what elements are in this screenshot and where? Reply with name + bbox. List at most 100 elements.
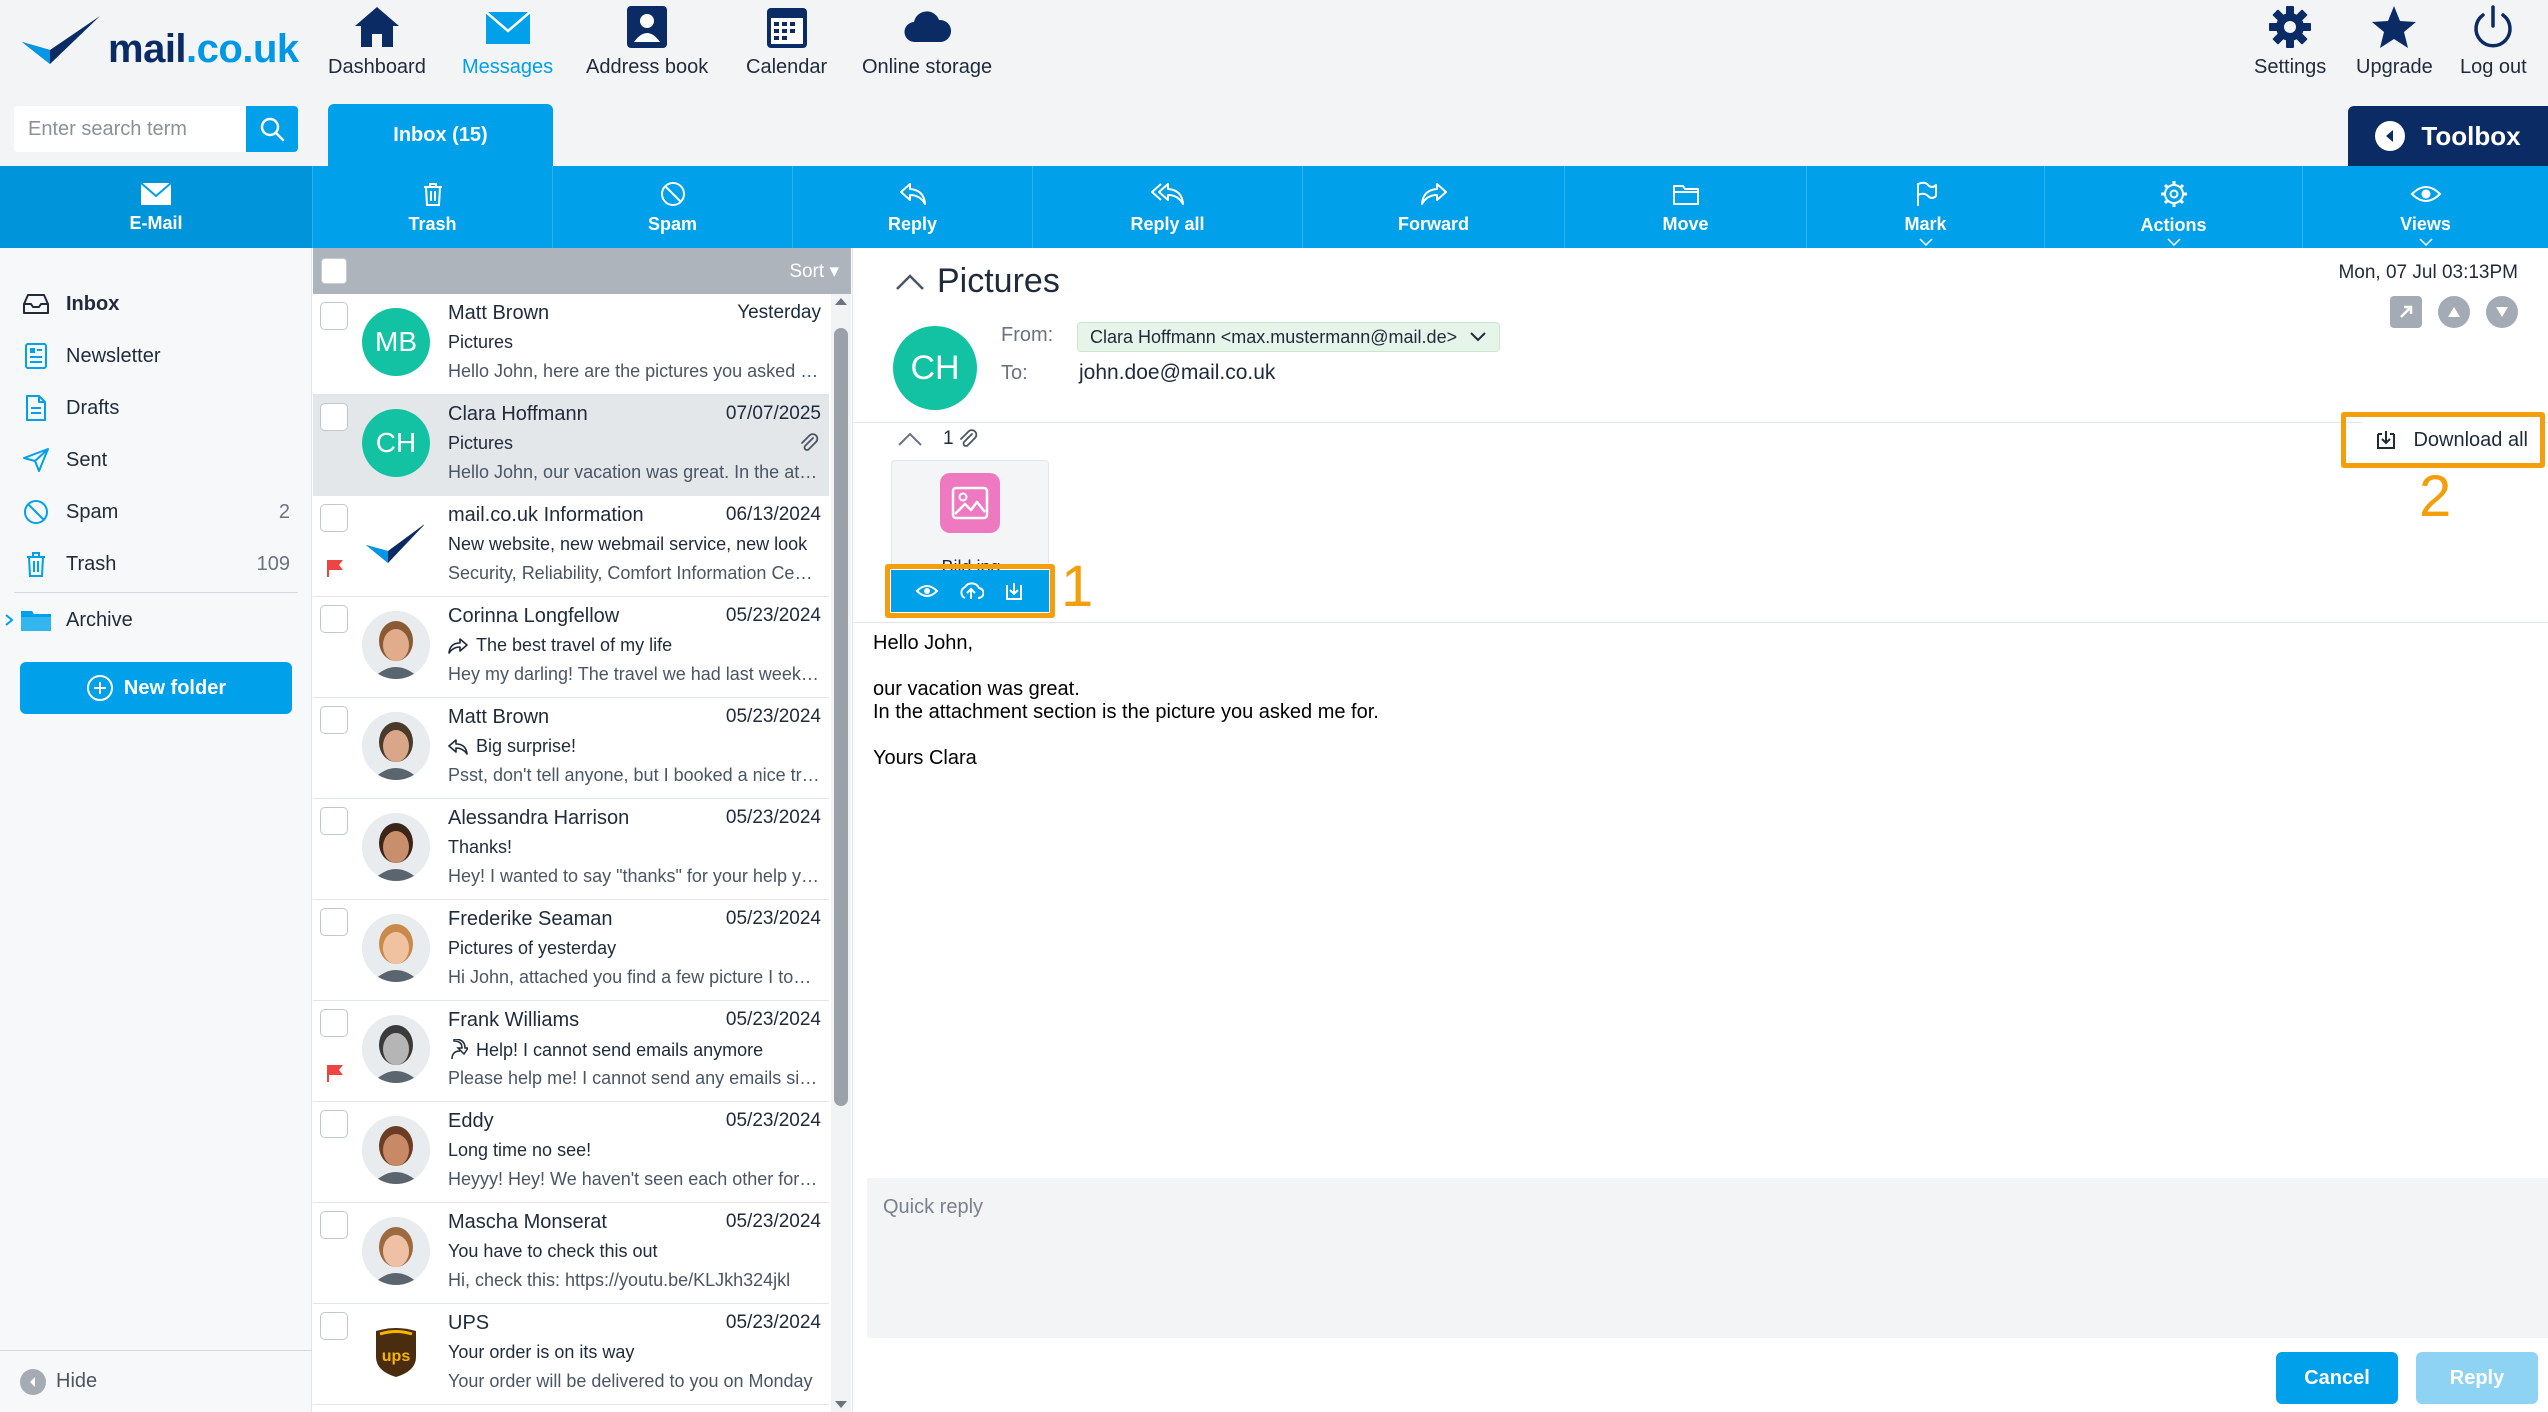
nav-calendar[interactable]: Calendar (746, 4, 827, 79)
table-row[interactable]: Eddy 05/23/2024 Long time no see! Heyyy! He… (313, 1102, 829, 1203)
message-date: 05/23/2024 (725, 807, 821, 828)
toolbox-button[interactable]: Toolbox (2348, 106, 2548, 166)
table-row[interactable]: mail.co.uk Information 06/13/2024 New webs… (313, 496, 829, 597)
nav-upgrade[interactable]: Upgrade (2356, 4, 2433, 79)
toolbar-email-button[interactable]: E-Mail (0, 166, 312, 248)
folder-archive[interactable]: Archive (0, 594, 312, 646)
nav-settings[interactable]: Settings (2254, 4, 2326, 79)
reply-all-icon (1150, 182, 1184, 205)
nav-log-out[interactable]: Log out (2460, 4, 2527, 79)
quick-reply-input[interactable] (867, 1178, 2548, 1338)
folder-inbox[interactable]: Inbox (0, 278, 312, 330)
chevron-right-icon[interactable] (4, 613, 14, 627)
toolbar-reply-button[interactable]: Reply (792, 166, 1032, 248)
scroll-down-icon[interactable] (831, 1398, 851, 1412)
triangle-down-icon (2496, 307, 2508, 317)
table-row[interactable]: ups UPS 05/23/2024 Your order is on its way… (313, 1304, 829, 1405)
message-checkbox[interactable] (320, 908, 348, 936)
logo[interactable]: mail.co.uk (20, 12, 299, 72)
folder-sent[interactable]: Sent (0, 434, 312, 486)
previous-mail-button[interactable] (2438, 296, 2470, 328)
message-checkbox[interactable] (320, 403, 348, 431)
from-address-chip[interactable]: Clara Hoffmann <max.mustermann@mail.de> (1077, 322, 1501, 352)
avatar (362, 1116, 430, 1184)
toolbar-reply-all-button[interactable]: Reply all (1032, 166, 1302, 248)
message-checkbox[interactable] (320, 1211, 348, 1239)
open-in-window-button[interactable] (2390, 296, 2422, 328)
contact-card-icon (627, 6, 668, 48)
sort-dropdown[interactable]: Sort ▾ (789, 260, 839, 283)
cancel-button[interactable]: Cancel (2276, 1352, 2398, 1404)
avatar: CH (362, 409, 430, 477)
table-row[interactable]: Alessandra Harrison 05/23/2024 Thanks! Hey!… (313, 799, 829, 900)
toolbar-forward-button[interactable]: Forward (1302, 166, 1564, 248)
message-date: 07/07/2025 (725, 403, 821, 424)
tab-inbox[interactable]: Inbox (15) (328, 104, 553, 166)
message-checkbox[interactable] (320, 605, 348, 633)
new-folder-button[interactable]: New folder (20, 662, 292, 714)
message-checkbox[interactable] (320, 706, 348, 734)
message-checkbox[interactable] (320, 504, 348, 532)
toolbar-views-button[interactable]: Views (2302, 166, 2548, 248)
table-row[interactable]: Frederike Seaman 05/23/2024 Pictures of ye… (313, 900, 829, 1001)
reply-button[interactable]: Reply (2416, 1352, 2538, 1404)
folder-spam[interactable]: Spam 2 (0, 486, 312, 538)
table-row[interactable]: Frank Williams 05/23/2024 Help! I cannot s… (313, 1001, 829, 1102)
scrollbar-thumb[interactable] (834, 328, 848, 1106)
nav-messages[interactable]: Messages (462, 4, 553, 79)
message-subject: Thanks! (448, 837, 512, 858)
flag-icon[interactable] (325, 558, 345, 578)
table-row[interactable]: Matt Brown 05/23/2024 Big surprise! Psst, d… (313, 698, 829, 799)
message-sender: Frederike Seaman (448, 908, 613, 930)
flag-icon[interactable] (325, 1063, 345, 1083)
select-all-checkbox[interactable] (321, 258, 347, 284)
message-checkbox[interactable] (320, 1009, 348, 1037)
message-subject-text: You have to check this out (448, 1241, 658, 1261)
toolbar-trash-button[interactable]: Trash (312, 166, 552, 248)
message-preview: Hello John, here are the pictures you as… (448, 361, 820, 381)
to-label: To: (1001, 362, 1028, 384)
gear-icon (2160, 180, 2187, 207)
nav-address-book[interactable]: Address book (586, 4, 708, 79)
message-preview: Your order will be delivered to you on M… (448, 1371, 813, 1391)
toolbar-mark-button[interactable]: Mark (1806, 166, 2044, 248)
folder-trash[interactable]: Trash 109 (0, 538, 312, 590)
flag-icon (1916, 181, 1937, 206)
next-mail-button[interactable] (2486, 296, 2518, 328)
logo-text: mail.co.uk (108, 27, 299, 71)
draft-icon (18, 394, 54, 422)
reading-pane: Pictures Mon, 07 Jul 03:13PM CH From: Cl… (852, 248, 2548, 1412)
ups-logo-icon: ups (376, 1328, 416, 1377)
external-link-icon (2400, 305, 2413, 318)
message-checkbox[interactable] (320, 302, 348, 330)
message-subject-text: Pictures of yesterday (448, 938, 617, 958)
table-row[interactable]: MB Matt Brown Yesterday Pictures Hello John,… (313, 294, 829, 395)
avatar: MB (362, 308, 430, 376)
message-sender: Matt Brown (448, 706, 550, 728)
toolbar-actions-button[interactable]: Actions (2044, 166, 2302, 248)
nav-online-storage[interactable]: Online storage (862, 4, 992, 79)
to-address: john.doe@mail.co.uk (1079, 361, 1276, 384)
message-sender: Corinna Longfellow (448, 605, 620, 627)
chevron-up-icon[interactable] (895, 273, 925, 291)
attachments-toggle[interactable]: 1 (897, 428, 978, 450)
message-subject-text: The best travel of my life (476, 635, 673, 655)
message-checkbox[interactable] (320, 1312, 348, 1340)
scroll-up-icon[interactable] (831, 294, 851, 308)
table-row[interactable]: Corinna Longfellow 05/23/2024 The best tra… (313, 597, 829, 698)
table-row[interactable]: Mascha Monserat 05/23/2024 You have to che… (313, 1203, 829, 1304)
toolbar-spam-button[interactable]: Spam (552, 166, 792, 248)
folder-newsletter[interactable]: Newsletter (0, 330, 312, 382)
toolbar-move-button[interactable]: Move (1564, 166, 1806, 248)
folder-drafts[interactable]: Drafts (0, 382, 312, 434)
message-checkbox[interactable] (320, 1110, 348, 1138)
nav-dashboard[interactable]: Dashboard (328, 4, 426, 79)
table-row[interactable]: CH Clara Hoffmann 07/07/2025 Pictures Hello … (313, 395, 829, 496)
list-header: Sort ▾ (313, 248, 851, 294)
search-button[interactable] (246, 106, 298, 152)
search-input[interactable] (14, 106, 246, 152)
message-checkbox[interactable] (320, 807, 348, 835)
hide-sidebar-button[interactable]: Hide (0, 1350, 312, 1412)
message-subject: New website, new webmail service, new lo… (448, 534, 807, 555)
avatar: ups (362, 1318, 430, 1386)
